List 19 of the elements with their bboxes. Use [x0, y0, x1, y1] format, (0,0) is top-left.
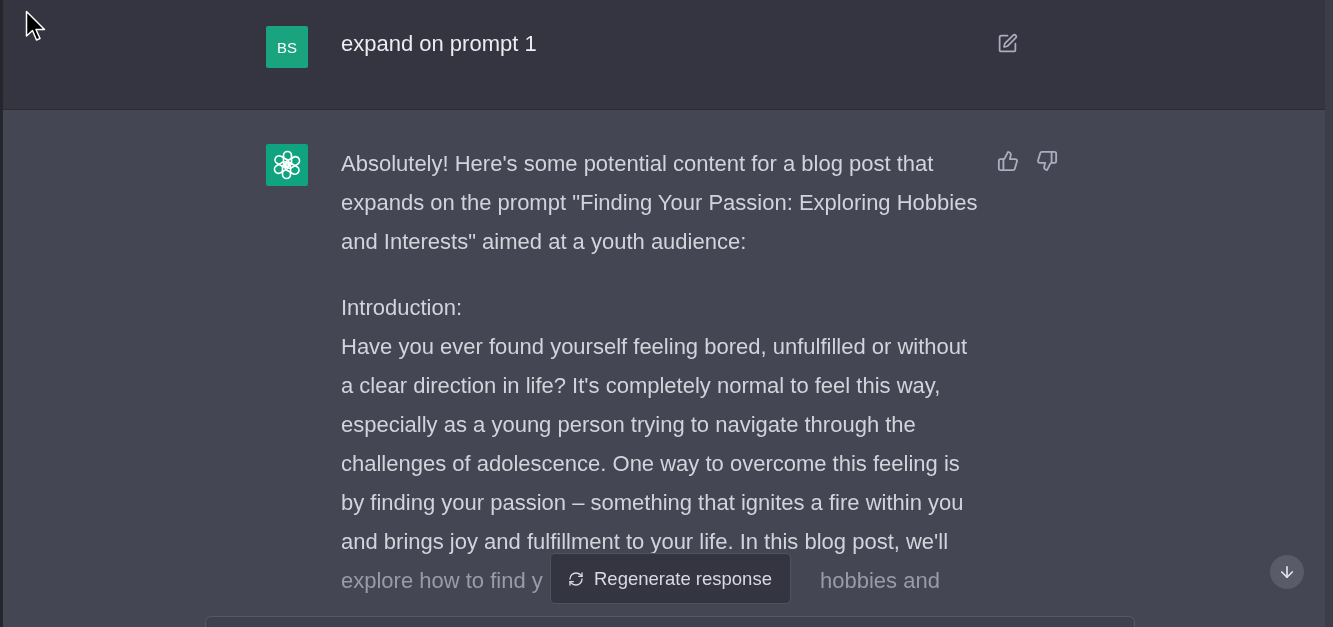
pencil-square-icon — [997, 33, 1018, 54]
faded-text: hobbies and — [820, 567, 940, 595]
thumbs-up-icon — [997, 150, 1019, 172]
thumbs-down-button[interactable] — [1036, 150, 1058, 172]
regenerate-button[interactable]: Regenerate response — [550, 553, 791, 604]
section-heading: Introduction: — [341, 294, 464, 322]
arrow-down-icon — [1278, 563, 1296, 581]
refresh-icon — [568, 570, 584, 587]
message-paragraph: Have you ever found yourself feeling bored, unfulfilled or without a clear direction in life? It's completely normal to feel this way, especially as a young person trying to navigate through the challenges of adolescence. One way to overcome this feeling is by finding your passion – something that ignites a fire within you and brings joy and fulfillment to your life. In this blog post, we'll — [341, 333, 969, 556]
user-avatar: BS — [266, 26, 308, 68]
user-message-text: expand on prompt 1 — [341, 30, 538, 58]
edit-button[interactable] — [997, 33, 1018, 54]
thumbs-down-icon — [1036, 150, 1058, 172]
message-input-field[interactable] — [205, 616, 1135, 627]
message-paragraph: Absolutely! Here's some potential content for a blog post that expands on the prompt "Finding Your Passion: Exploring Hobbies and Interests" aimed at a youth audience: — [341, 150, 979, 256]
thumbs-up-button[interactable] — [997, 150, 1019, 172]
flower-logo-icon — [266, 144, 308, 186]
mouse-pointer-icon — [25, 10, 47, 42]
faded-text: explore how to find y — [341, 567, 543, 595]
